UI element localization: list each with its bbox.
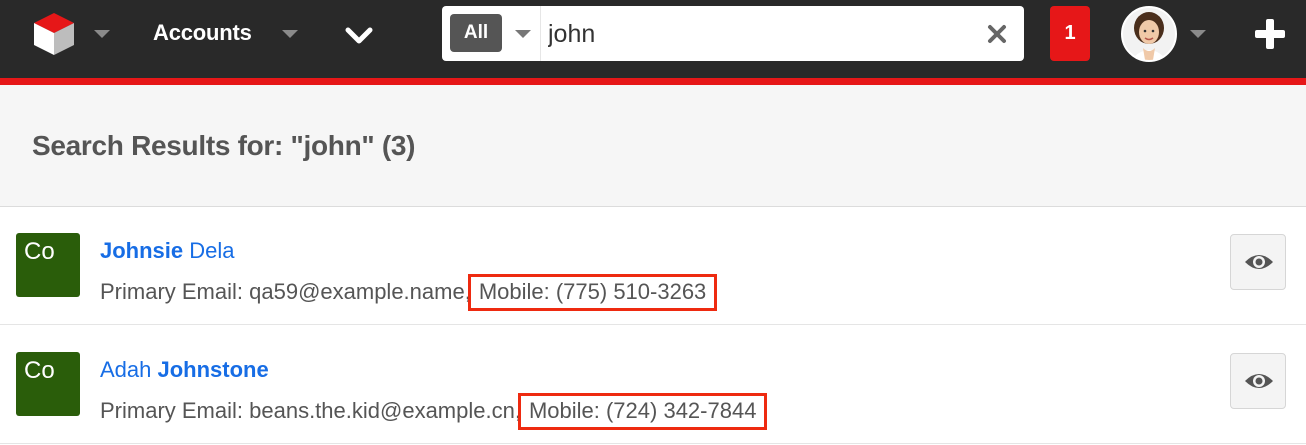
- page-title: Search Results for: "john" (3): [32, 130, 416, 161]
- user-avatar[interactable]: [1121, 6, 1177, 62]
- record-name-rest: Adah: [100, 357, 158, 382]
- module-badge: Co: [16, 233, 80, 297]
- mobile-number-highlight: Mobile: (724) 342-7844: [517, 393, 768, 430]
- record-name-link[interactable]: Adah Johnstone: [100, 357, 269, 383]
- mobile-number-highlight: Mobile: (775) 510-3263: [467, 274, 718, 311]
- close-icon[interactable]: [986, 23, 1008, 45]
- user-menu-caret-icon[interactable]: [1190, 30, 1206, 38]
- filter-dropdown-caret-icon[interactable]: [515, 30, 531, 38]
- module-badge: Co: [16, 352, 80, 416]
- record-details: Primary Email: qa59@example.name, Mobile:…: [100, 274, 718, 311]
- plus-icon[interactable]: [1253, 17, 1287, 51]
- record-name-link[interactable]: Johnsie Dela: [100, 238, 235, 264]
- search-module-filter-button[interactable]: All: [450, 14, 502, 52]
- notifications-badge[interactable]: 1: [1050, 6, 1090, 61]
- search-result-row: Co Johnsie Dela Primary Email: qa59@exam…: [0, 207, 1306, 325]
- chevron-down-icon[interactable]: [344, 24, 374, 46]
- primary-email: Primary Email: beans.the.kid@example.cn,: [100, 398, 521, 423]
- cube-logo-icon[interactable]: [31, 11, 77, 57]
- eye-icon: [1245, 255, 1273, 269]
- record-details: Primary Email: beans.the.kid@example.cn,…: [100, 393, 768, 430]
- primary-email: Primary Email: qa59@example.name,: [100, 279, 471, 304]
- logo-menu-caret-icon[interactable]: [94, 30, 110, 38]
- module-tab-caret-icon[interactable]: [282, 30, 298, 38]
- preview-button[interactable]: [1230, 234, 1286, 290]
- preview-button[interactable]: [1230, 353, 1286, 409]
- search-divider: [540, 6, 541, 61]
- search-result-row: Co Adah Johnstone Primary Email: beans.t…: [0, 326, 1306, 444]
- global-search-bar: All: [442, 6, 1024, 61]
- module-tab-accounts[interactable]: Accounts: [153, 20, 252, 46]
- top-navbar: Accounts All 1: [0, 0, 1306, 78]
- record-name-match: Johnsie: [100, 238, 184, 263]
- search-input[interactable]: [548, 15, 968, 53]
- navbar-accent-bar: [0, 78, 1306, 85]
- record-name-rest: Dela: [183, 238, 235, 263]
- eye-icon: [1245, 374, 1273, 388]
- record-name-match: Johnstone: [157, 357, 269, 382]
- search-results-header: Search Results for: "john" (3): [0, 85, 1306, 207]
